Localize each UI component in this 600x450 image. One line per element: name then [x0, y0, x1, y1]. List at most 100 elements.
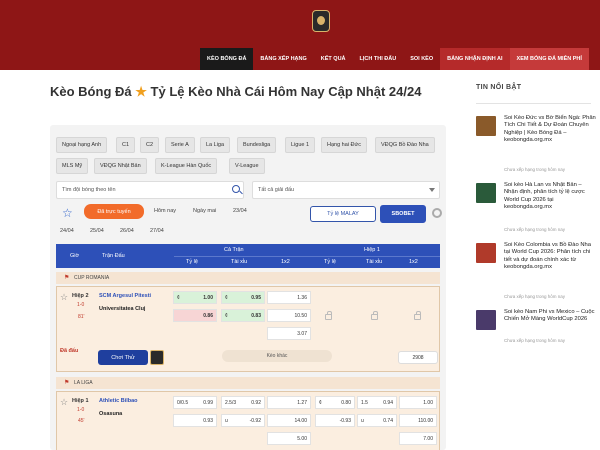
- ft-1x2-away[interactable]: 14.00: [267, 414, 311, 427]
- live-button[interactable]: Đã trực tuyến: [84, 204, 144, 219]
- ft-handicap-away[interactable]: 0.93: [173, 414, 217, 427]
- news-thumbnail[interactable]: [476, 310, 496, 330]
- ft-1x2-away[interactable]: 10.50: [267, 309, 311, 322]
- live-tag: Đã đấu: [60, 348, 79, 354]
- filter-date-2504[interactable]: 25/04: [90, 228, 104, 234]
- ft-1x2-home[interactable]: 1.36: [267, 291, 311, 304]
- league-chip-serie-a[interactable]: Serie A: [165, 137, 195, 153]
- league-chip-premier-league[interactable]: Ngoại hạng Anh: [56, 137, 108, 153]
- league-chip-2-bundesliga[interactable]: Hạng hai Đức: [321, 137, 367, 153]
- match-period: Hiệp 1: [72, 398, 89, 404]
- chevron-down-icon[interactable]: [429, 188, 435, 192]
- news-meta: Chưa xếp hạng trong hôm nay: [504, 167, 566, 172]
- ft-1x2-home[interactable]: 1.27: [267, 396, 311, 409]
- away-team[interactable]: Universitatea Cluj: [99, 306, 145, 312]
- ft-1x2-draw[interactable]: 5.00: [267, 432, 311, 445]
- ft-handicap-home[interactable]: ¢ 1.00: [173, 291, 217, 304]
- league-chip-korea[interactable]: K-League Hàn Quốc: [155, 158, 218, 174]
- filter-date-2304[interactable]: 23/04: [233, 208, 247, 214]
- col-full-time: Cả Trận: [224, 247, 244, 253]
- league-chip-c1[interactable]: C1: [116, 137, 136, 153]
- filter-today[interactable]: Hôm nay: [154, 208, 176, 214]
- bet-count-button[interactable]: 2908: [398, 351, 438, 364]
- team-search-input[interactable]: Tìm đội bóng theo tên: [56, 181, 244, 199]
- col-ft-over-under: Tài xỉu: [231, 259, 248, 265]
- league-filter-select[interactable]: Tất cả giải đấu: [252, 181, 440, 199]
- match-row[interactable]: ☆ Hiệp 1 1-0 45' Athletic Bilbao Osasuna…: [56, 391, 440, 450]
- nav-item-tips[interactable]: Soi kèo: [403, 48, 440, 70]
- h1-1x2-home[interactable]: 1.00: [399, 396, 437, 409]
- league-chip-japan[interactable]: VĐQG Nhật Bản: [94, 158, 147, 174]
- nav-item-odds[interactable]: Kèo bóng đá: [200, 48, 254, 70]
- match-minute: 45': [78, 418, 85, 424]
- filter-tomorrow[interactable]: Ngày mai: [193, 208, 216, 214]
- league-header-la-liga[interactable]: LA LIGA: [56, 377, 440, 389]
- league-header-cup-romania[interactable]: CUP ROMANIA: [56, 272, 440, 284]
- league-chip-ligue-1[interactable]: Ligue 1: [285, 137, 316, 153]
- h1-under[interactable]: u 0.74: [357, 414, 397, 427]
- league-chip-v-league[interactable]: V-League: [229, 158, 265, 174]
- ft-over[interactable]: 2.5/3 0.92: [221, 396, 265, 409]
- gear-icon[interactable]: [432, 208, 442, 218]
- h1-1x2-away[interactable]: 110.00: [399, 414, 437, 427]
- odds-table-header: Giờ Trận Đấu Cả Trận Hiệp 1 Tỷ lệ Tài xỉ…: [56, 244, 440, 268]
- bookmaker-select[interactable]: SBOBET: [380, 205, 426, 223]
- col-ft-1x2: 1x2: [281, 259, 290, 265]
- ft-under[interactable]: ¢ 0.83: [221, 309, 265, 322]
- bookmaker-logo-icon[interactable]: [150, 350, 164, 365]
- league-chip-la-liga[interactable]: La Liga: [200, 137, 231, 153]
- lock-icon: [371, 311, 378, 320]
- col-h1-over-under: Tài xỉu: [366, 259, 383, 265]
- home-team[interactable]: SCM Argesul Pitesti: [99, 293, 151, 299]
- play-demo-button[interactable]: Chơi Thử: [98, 350, 148, 365]
- h1-over[interactable]: 1.5 0.94: [357, 396, 397, 409]
- league-chip-portugal[interactable]: VĐQG Bồ Đào Nha: [375, 137, 435, 153]
- news-link[interactable]: Soi kèo Hà Lan vs Nhật Bản – Nhận định, …: [504, 182, 596, 212]
- favorite-star-icon[interactable]: ☆: [62, 207, 73, 219]
- nav-item-free-streams[interactable]: Xem bóng đá miễn phí: [509, 48, 589, 70]
- header-divider: [174, 256, 440, 257]
- news-link[interactable]: Soi kèo Nam Phi vs Mexico – Cuộc Chiến M…: [504, 309, 596, 324]
- nav-item-ai-predictions[interactable]: Bảng nhận định AI: [440, 48, 510, 70]
- site-header: Kèo bóng đá Bảng xếp hạng Kết quả Lịch t…: [0, 0, 600, 70]
- league-chip-mls[interactable]: MLS Mỹ: [56, 158, 89, 174]
- news-link[interactable]: Soi Kèo Đức vs Bờ Biển Ngà: Phân Tích Ch…: [504, 115, 596, 145]
- nav-item-schedule[interactable]: Lịch thi đấu: [353, 48, 404, 70]
- ft-1x2-draw[interactable]: 3.07: [267, 327, 311, 340]
- away-team[interactable]: Osasuna: [99, 411, 122, 417]
- league-chip-bundesliga[interactable]: Bundesliga: [237, 137, 277, 153]
- col-h1-handicap: Tỷ lệ: [324, 259, 336, 265]
- match-score: 1-0: [77, 407, 85, 413]
- title-prefix: Kèo Bóng Đá: [50, 84, 132, 99]
- star-icon: ★: [135, 84, 147, 99]
- ft-under[interactable]: u -0.92: [221, 414, 265, 427]
- h1-handicap-away[interactable]: -0.93: [315, 414, 355, 427]
- favorite-star-icon[interactable]: ☆: [60, 398, 68, 407]
- news-link[interactable]: Soi Kèo Colombia vs Bồ Đào Nha tại World…: [504, 242, 596, 272]
- nav-item-standings[interactable]: Bảng xếp hạng: [253, 48, 313, 70]
- favorite-star-icon[interactable]: ☆: [60, 293, 68, 302]
- news-meta: Chưa xếp hạng trong hôm nay: [504, 227, 566, 232]
- ft-over[interactable]: ¢ 0.95: [221, 291, 265, 304]
- col-time: Giờ: [70, 253, 80, 259]
- news-thumbnail[interactable]: [476, 116, 496, 136]
- sidebar-title: TIN NỔI BẬT: [476, 84, 522, 91]
- league-chip-c2[interactable]: C2: [140, 137, 160, 153]
- h1-1x2-draw[interactable]: 7.00: [399, 432, 437, 445]
- ft-handicap-away[interactable]: 0.86: [173, 309, 217, 322]
- sidebar-divider: [476, 103, 591, 104]
- main-nav: Kèo bóng đá Bảng xếp hạng Kết quả Lịch t…: [200, 48, 589, 70]
- search-icon[interactable]: [232, 185, 240, 193]
- site-logo-icon[interactable]: [312, 10, 330, 32]
- news-thumbnail[interactable]: [476, 243, 496, 263]
- nav-item-results[interactable]: Kết quả: [314, 48, 353, 70]
- filter-date-2704[interactable]: 27/04: [150, 228, 164, 234]
- ft-handicap-home[interactable]: 0/0.5 0.99: [173, 396, 217, 409]
- filter-date-2404[interactable]: 24/04: [60, 228, 74, 234]
- odds-type-select[interactable]: Tỷ lệ MALAY: [310, 206, 376, 222]
- news-thumbnail[interactable]: [476, 183, 496, 203]
- filter-date-2604[interactable]: 26/04: [120, 228, 134, 234]
- h1-handicap-home[interactable]: ¢ 0.80: [315, 396, 355, 409]
- more-odds-button[interactable]: Kèo khác: [222, 350, 332, 362]
- home-team[interactable]: Athletic Bilbao: [99, 398, 138, 404]
